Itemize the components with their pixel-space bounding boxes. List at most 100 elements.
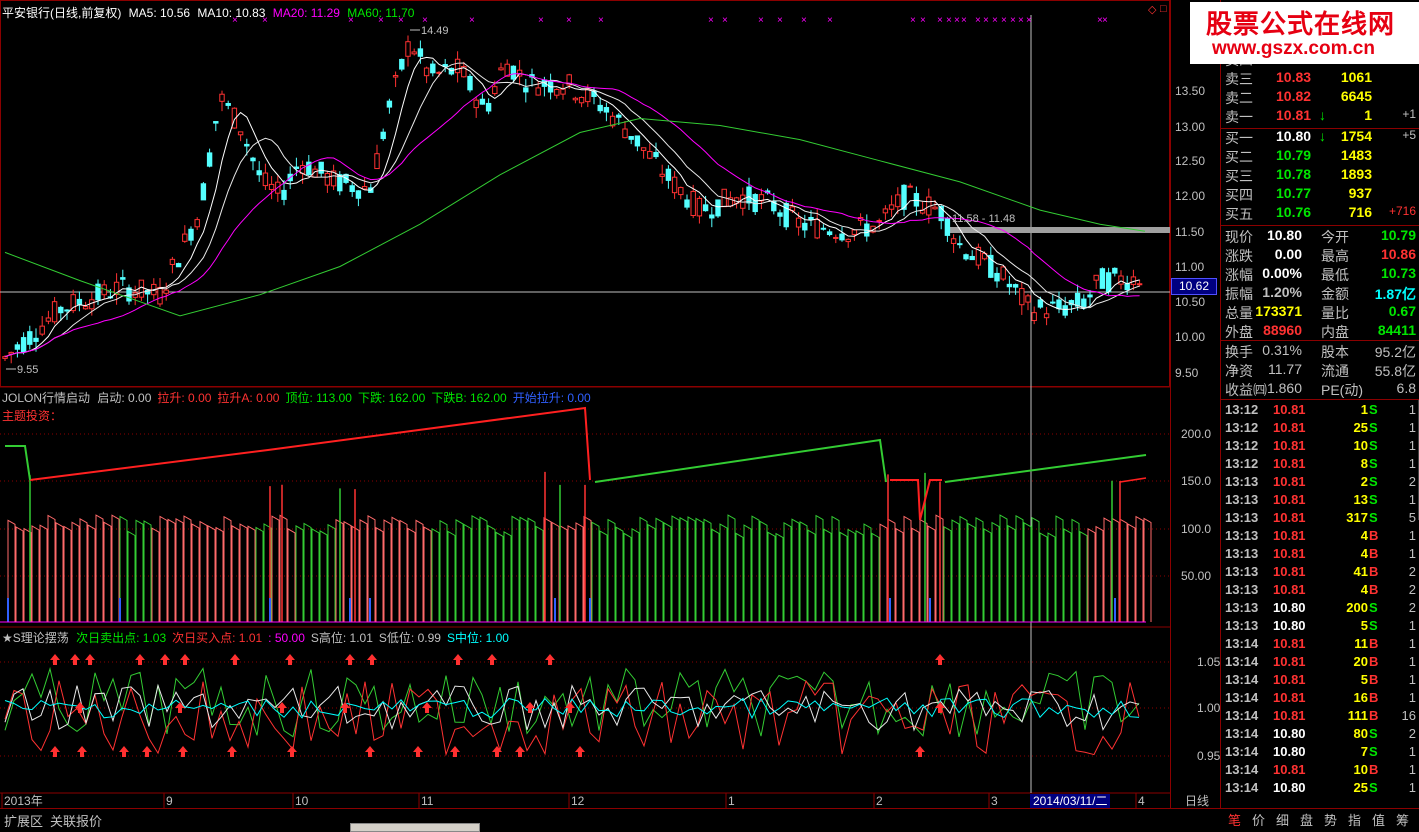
ind1-bar xyxy=(247,525,256,622)
tick-row[interactable]: 13:14 10.81 20 B 1 xyxy=(1221,654,1419,672)
tick-row[interactable]: 13:13 10.81 4 B 1 xyxy=(1221,528,1419,546)
tick-row[interactable]: 13:14 10.80 80 S 2 xyxy=(1221,726,1419,744)
tick-row[interactable]: 13:13 10.81 4 B 2 xyxy=(1221,582,1419,600)
tick-count: 1 xyxy=(1408,546,1416,561)
quote-value: 10.86 xyxy=(1380,246,1416,262)
ind1-bar xyxy=(71,521,80,622)
tick-count: 1 xyxy=(1408,456,1416,471)
ind1-bar xyxy=(623,532,632,622)
candle-body xyxy=(888,204,895,210)
ask-row[interactable]: 卖三 10.83 1061 xyxy=(1221,69,1419,88)
tab-5[interactable]: 指 xyxy=(1348,810,1361,829)
bid-row[interactable]: 买二 10.79 1483 xyxy=(1221,147,1419,166)
tick-side: B xyxy=(1369,546,1379,561)
quote-separator xyxy=(1221,340,1419,341)
tab-related-quotes[interactable]: 关联报价 xyxy=(50,811,102,830)
ind1-bar xyxy=(87,524,96,622)
quote-label: 外盘 xyxy=(1225,324,1253,340)
ind1-bar xyxy=(31,525,40,622)
expand-icon[interactable]: ◇ xyxy=(1148,3,1156,16)
tick-row[interactable]: 13:12 10.81 25 S 1 xyxy=(1221,420,1419,438)
candle-body xyxy=(1112,267,1118,274)
candle-body xyxy=(578,96,585,104)
bid-row[interactable]: 买四 10.77 937 xyxy=(1221,185,1419,204)
indicator-value: 开始拉升: 0.00 xyxy=(512,391,591,405)
ind1-bar xyxy=(199,520,208,622)
tick-row[interactable]: 13:13 10.80 5 S 1 xyxy=(1221,618,1419,636)
x-axis-label: 2 xyxy=(876,794,883,808)
tab-3[interactable]: 盘 xyxy=(1300,810,1313,829)
price-axis-label: 10.50 xyxy=(1175,295,1206,309)
ind1-bar xyxy=(575,522,584,622)
tab-2[interactable]: 细 xyxy=(1276,810,1289,829)
tick-row[interactable]: 13:13 10.81 4 B 1 xyxy=(1221,546,1419,564)
buy-arrow xyxy=(422,702,432,713)
tick-row[interactable]: 13:12 10.81 1 S 1 xyxy=(1221,402,1419,420)
ind1-bar xyxy=(655,517,664,622)
candle-body xyxy=(386,100,393,108)
ind1-bar xyxy=(527,517,536,622)
quote-row: 总量 173371 量比 0.67 xyxy=(1221,303,1419,322)
tick-row[interactable]: 13:14 10.81 111 B 16 xyxy=(1221,708,1419,726)
tick-row[interactable]: 13:14 10.81 10 B 1 xyxy=(1221,762,1419,780)
tick-row[interactable]: 13:14 10.80 25 S 1 xyxy=(1221,780,1419,798)
tick-row[interactable]: 13:13 10.81 317 S 5 xyxy=(1221,510,1419,528)
tick-count: 1 xyxy=(1408,528,1416,543)
bid-row[interactable]: 买一 10.80 ↓ 1754 +5 xyxy=(1221,128,1419,147)
buy-arrow xyxy=(487,654,497,665)
order-label: 卖三 xyxy=(1225,71,1253,87)
ind1-bar xyxy=(831,515,840,622)
order-label: 买二 xyxy=(1225,149,1253,165)
tab-4[interactable]: 势 xyxy=(1324,810,1337,829)
tick-row[interactable]: 13:12 10.81 10 S 1 xyxy=(1221,438,1419,456)
bid-row[interactable]: 买五 10.76 716 +716 xyxy=(1221,204,1419,223)
tick-time: 13:14 xyxy=(1225,708,1259,723)
ind1-bar xyxy=(15,526,24,622)
tab-7[interactable]: 筹 xyxy=(1396,810,1409,829)
tab-1[interactable]: 价 xyxy=(1252,810,1265,829)
quote-value: 0.31% xyxy=(1262,342,1302,358)
tab-0[interactable]: 笔 xyxy=(1228,810,1241,829)
ind1-bar xyxy=(159,515,168,622)
ind1-bar xyxy=(191,523,200,622)
signal-marker: × xyxy=(1010,15,1016,26)
order-volume: 1893 xyxy=(1340,166,1372,182)
logo-url: www.gszx.com.cn xyxy=(1212,38,1375,59)
restore-icon[interactable]: □ xyxy=(1160,3,1167,15)
chart-area[interactable]: 14.49 9.55 11.58 - 11.48 × × × × × × × × × × × × × × × × × ×… xyxy=(0,0,1209,829)
buy-arrow xyxy=(175,702,185,713)
ind1-bar xyxy=(631,527,640,622)
tab-6[interactable]: 值 xyxy=(1372,810,1385,829)
tick-row[interactable]: 13:13 10.80 200 S 2 xyxy=(1221,600,1419,618)
ind1-bar xyxy=(495,531,504,622)
indicator-value: 顶位: 113.00 xyxy=(285,391,352,405)
tick-row[interactable]: 13:14 10.81 16 B 1 xyxy=(1221,690,1419,708)
horizontal-scrollbar[interactable] xyxy=(350,823,480,832)
tick-price: 10.81 xyxy=(1273,456,1306,471)
candle-body xyxy=(1012,284,1019,288)
ind1-red-trend xyxy=(29,406,591,481)
candle-body xyxy=(1025,295,1031,303)
ask-row[interactable]: 卖一 10.81 ↓ 1 +1 xyxy=(1221,107,1419,126)
tick-row[interactable]: 13:13 10.81 13 S 1 xyxy=(1221,492,1419,510)
tick-row[interactable]: 13:14 10.81 11 B 1 xyxy=(1221,636,1419,654)
candle-body xyxy=(814,219,820,239)
tick-row[interactable]: 13:14 10.81 5 B 1 xyxy=(1221,672,1419,690)
ind1-bar xyxy=(143,520,152,622)
ind1-bar xyxy=(783,521,792,622)
tick-row[interactable]: 13:12 10.81 8 S 1 xyxy=(1221,456,1419,474)
quote-label: PE(动) xyxy=(1321,382,1363,398)
candle-body xyxy=(709,214,715,219)
candle-body xyxy=(213,121,219,124)
tick-price: 10.80 xyxy=(1273,744,1306,759)
tick-side: B xyxy=(1369,672,1379,687)
tick-price: 10.81 xyxy=(1273,636,1306,651)
tick-row[interactable]: 13:14 10.80 7 S 1 xyxy=(1221,744,1419,762)
ask-row[interactable]: 卖二 10.82 6645 xyxy=(1221,88,1419,107)
tab-extension[interactable]: 扩展区 xyxy=(4,811,43,830)
bid-row[interactable]: 买三 10.78 1893 xyxy=(1221,166,1419,185)
tick-row[interactable]: 13:13 10.81 41 B 2 xyxy=(1221,564,1419,582)
tick-row[interactable]: 13:13 10.81 2 S 2 xyxy=(1221,474,1419,492)
ind1-bar xyxy=(303,522,312,622)
ind1-bar xyxy=(375,526,384,622)
